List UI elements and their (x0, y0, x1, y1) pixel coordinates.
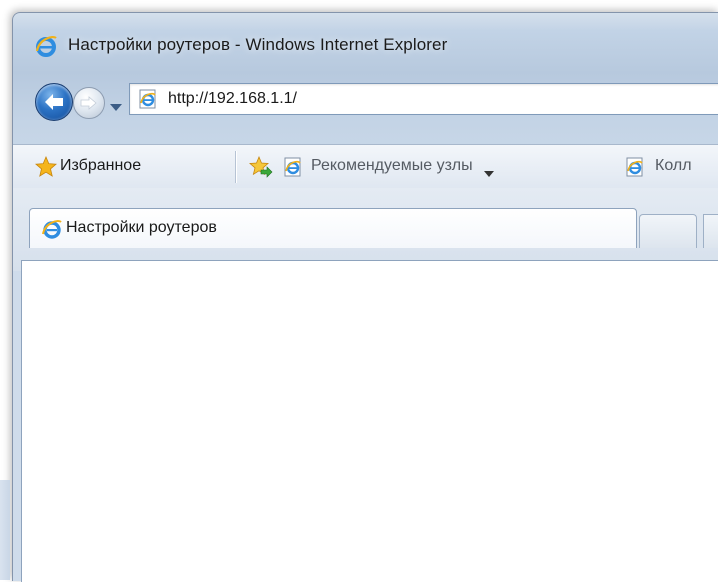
favorites-button[interactable]: Избранное (60, 157, 141, 175)
navigation-bar: http://192.168.1.1/ (13, 79, 718, 129)
tab-bar: Настройки роутеров (13, 188, 718, 271)
back-button[interactable] (35, 83, 73, 121)
page-icon (138, 89, 158, 109)
ie-icon (42, 219, 62, 239)
window-title: Настройки роутеров - Windows Internet Ex… (68, 35, 448, 54)
history-dropdown-button[interactable] (109, 97, 123, 111)
favorites-bar: Избранное Рекомендуемые узлы Колл (13, 144, 718, 189)
tab-overflow[interactable] (703, 214, 718, 248)
title-bar: Настройки роутеров - Windows Internet Ex… (13, 13, 718, 71)
web-slice-icon (625, 157, 645, 177)
back-arrow-icon (45, 94, 63, 110)
tab-label: Настройки роутеров (66, 219, 217, 236)
suggested-sites-button[interactable]: Рекомендуемые узлы (311, 157, 473, 175)
toolbar-divider (235, 151, 236, 183)
forward-arrow-icon (80, 96, 97, 110)
frame-edge (0, 480, 10, 580)
new-tab-button[interactable] (639, 214, 697, 248)
ie-icon (35, 35, 57, 57)
forward-button[interactable] (73, 87, 105, 119)
address-bar[interactable]: http://192.168.1.1/ (129, 83, 718, 115)
chevron-down-icon[interactable] (484, 163, 494, 177)
chevron-down-icon (110, 104, 122, 111)
favorites-star-icon[interactable] (35, 155, 57, 178)
browser-window: Настройки роутеров - Windows Internet Ex… (12, 12, 718, 582)
suggested-sites-icon (283, 157, 303, 177)
page-content (21, 260, 718, 582)
add-to-favorites-icon[interactable] (249, 155, 273, 178)
web-slice-gallery-button[interactable]: Колл (655, 157, 692, 175)
tab-router-settings[interactable]: Настройки роутеров (29, 208, 637, 248)
address-text[interactable]: http://192.168.1.1/ (168, 90, 297, 108)
